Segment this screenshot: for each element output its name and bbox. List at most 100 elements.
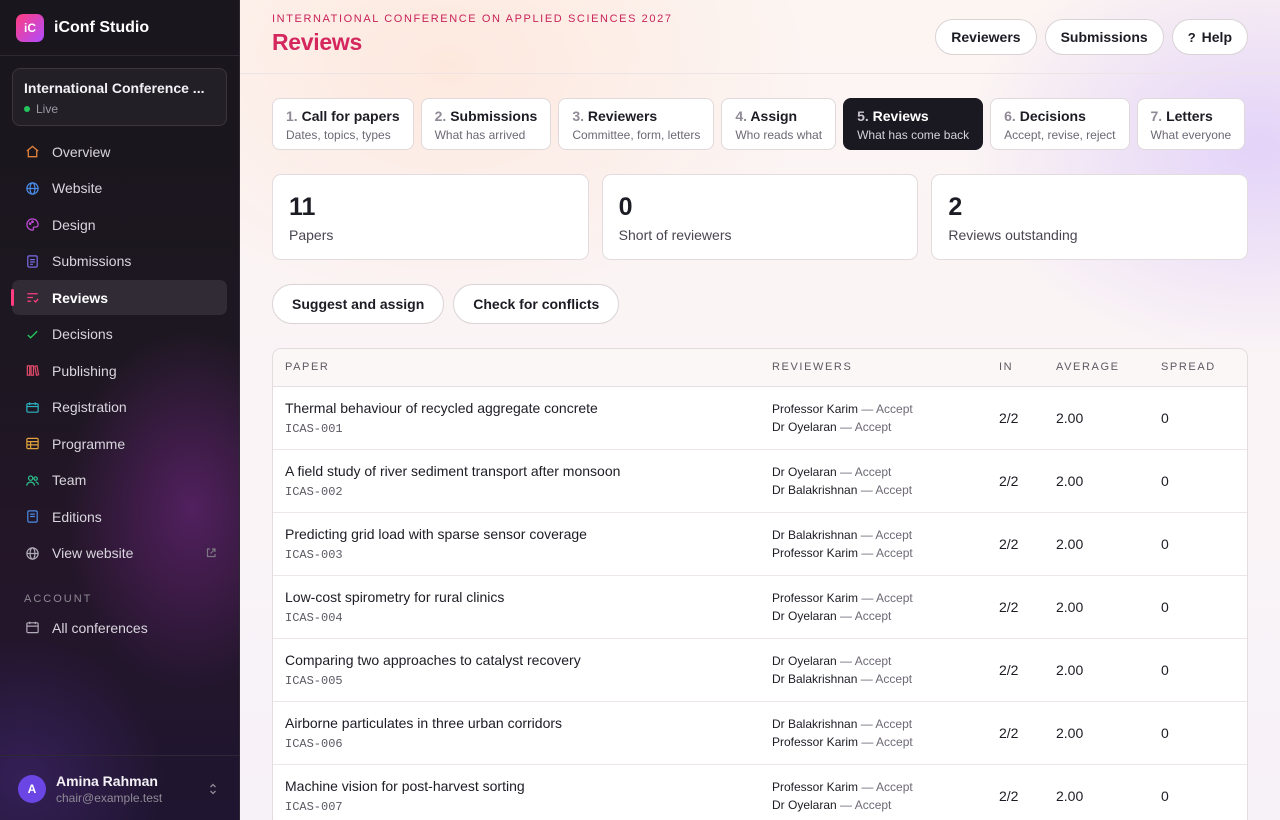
- help-button[interactable]: ? Help: [1171, 19, 1248, 55]
- home-icon: [24, 144, 40, 160]
- reviews-in: 2/2: [987, 575, 1044, 639]
- step-title: Reviews: [872, 108, 929, 124]
- stat-label: Papers: [289, 227, 334, 243]
- column-header-spread[interactable]: SPREAD: [1149, 349, 1247, 387]
- sidebar-item-publishing[interactable]: Publishing: [12, 353, 227, 388]
- average-score: 2.00: [1044, 701, 1149, 765]
- paper-title[interactable]: Thermal behaviour of recycled aggregate …: [285, 400, 748, 416]
- reviewer-name: Professor Karim: [772, 401, 859, 416]
- step-call-for-papers[interactable]: 1. Call for papers Dates, topics, types: [272, 98, 414, 150]
- step-title: Reviewers: [587, 108, 658, 124]
- reviewer-line: Dr Oyelaran — Accept: [772, 607, 975, 625]
- step-number: 4.: [735, 108, 748, 124]
- conference-switcher[interactable]: International Conference ... Live: [12, 68, 227, 126]
- reviewer-line: Professor Karim — Accept: [772, 733, 975, 751]
- table-row[interactable]: Thermal behaviour of recycled aggregate …: [273, 386, 1247, 450]
- paper-title[interactable]: A field study of river sediment transpor…: [285, 463, 748, 479]
- table-row[interactable]: A field study of river sediment transpor…: [273, 449, 1247, 513]
- step-subtitle: What has arrived: [434, 128, 526, 142]
- score-spread: 0: [1149, 638, 1247, 702]
- reviewers-button[interactable]: Reviewers: [935, 19, 1037, 55]
- reviewer-line: Professor Karim — Accept: [772, 400, 975, 418]
- sidebar-item-team[interactable]: Team: [12, 463, 227, 498]
- step-title: Submissions: [450, 108, 538, 124]
- reviews-in: 2/2: [987, 449, 1044, 513]
- step-number: 6.: [1004, 108, 1016, 124]
- reviewer-name: Professor Karim: [772, 545, 859, 560]
- paper-title[interactable]: Airborne particulates in three urban cor…: [285, 715, 748, 731]
- sidebar-item-registration[interactable]: Registration: [12, 390, 227, 425]
- paper-title[interactable]: Machine vision for post-harvest sorting: [285, 778, 748, 794]
- user-menu[interactable]: A Amina Rahman chair@example.test: [0, 755, 239, 820]
- editions-icon: [24, 509, 40, 525]
- calendar-icon: [24, 620, 40, 636]
- brand[interactable]: iC iConf Studio: [16, 13, 149, 42]
- reviewer-line: Dr Oyelaran — Accept: [772, 463, 975, 481]
- reviewer-verdict: — Accept: [861, 779, 913, 794]
- sidebar-item-label: Design: [52, 216, 96, 233]
- reviewer-verdict: — Accept: [840, 653, 892, 668]
- paper-title[interactable]: Low-cost spirometry for rural clinics: [285, 589, 748, 605]
- score-spread: 0: [1149, 701, 1247, 765]
- reviewer-line: Dr Oyelaran — Accept: [772, 652, 975, 670]
- sidebar-item-overview[interactable]: Overview: [12, 134, 227, 169]
- column-header-average[interactable]: AVERAGE: [1044, 349, 1149, 387]
- brand-name: iConf Studio: [54, 18, 150, 36]
- paper-title[interactable]: Predicting grid load with sparse sensor …: [285, 526, 748, 542]
- reviewer-verdict: — Accept: [861, 545, 913, 560]
- sidebar-item-programme[interactable]: Programme: [12, 426, 227, 461]
- paper-id: ICAS-001: [285, 421, 343, 436]
- sidebar-item-label: All conferences: [52, 619, 148, 636]
- reviewer-verdict: — Accept: [840, 419, 892, 434]
- sidebar-item-decisions[interactable]: Decisions: [12, 317, 227, 352]
- sidebar-item-label: Website: [52, 180, 103, 196]
- reviews-in: 2/2: [987, 701, 1044, 765]
- step-title: Call for papers: [301, 108, 400, 124]
- sidebar-item-label: View website: [52, 545, 134, 561]
- average-score: 2.00: [1044, 638, 1149, 702]
- average-score: 2.00: [1044, 764, 1149, 820]
- table-row[interactable]: Predicting grid load with sparse sensor …: [273, 512, 1247, 576]
- step-letters[interactable]: 7. Letters What everyone: [1136, 98, 1246, 150]
- step-number: 7.: [1150, 108, 1163, 124]
- table-row[interactable]: Airborne particulates in three urban cor…: [273, 701, 1247, 765]
- sidebar-item-design[interactable]: Design: [12, 207, 227, 242]
- step-assign[interactable]: 4. Assign Who reads what: [721, 98, 837, 150]
- reviewer-verdict: — Accept: [861, 590, 913, 605]
- step-reviewers[interactable]: 3. Reviewers Committee, form, letters: [558, 98, 715, 150]
- sidebar-item-website[interactable]: Website: [12, 171, 227, 206]
- step-reviews[interactable]: 5. Reviews What has come back: [843, 98, 984, 150]
- step-number: 1.: [286, 108, 298, 124]
- suggest-and-assign-button[interactable]: Suggest and assign: [272, 284, 445, 324]
- column-header-reviewers[interactable]: REVIEWERS: [760, 349, 987, 387]
- check-for-conflicts-button[interactable]: Check for conflicts: [453, 284, 620, 324]
- column-header-in[interactable]: IN: [987, 349, 1044, 387]
- step-subtitle: Committee, form, letters: [572, 128, 701, 142]
- help-icon: ?: [1187, 29, 1196, 45]
- step-number: 5.: [857, 108, 869, 124]
- external-link-icon: [206, 547, 216, 557]
- sidebar-divider: [0, 55, 239, 56]
- stat-label: Reviews outstanding: [948, 227, 1078, 243]
- sidebar-item-submissions[interactable]: Submissions: [12, 244, 227, 279]
- step-subtitle: What everyone: [1150, 128, 1232, 142]
- paper-id: ICAS-005: [285, 673, 343, 688]
- step-decisions[interactable]: 6. Decisions Accept, revise, reject: [990, 98, 1130, 150]
- paper-id: ICAS-004: [285, 610, 343, 625]
- reviewer-name: Dr Oyelaran: [772, 464, 837, 479]
- table-row[interactable]: Low-cost spirometry for rural clinics ICA…: [273, 575, 1247, 639]
- reviewer-verdict: — Accept: [860, 716, 913, 731]
- table-row[interactable]: Comparing two approaches to catalyst rec…: [273, 638, 1247, 702]
- sidebar-item-all-conferences[interactable]: All conferences: [12, 610, 227, 645]
- column-header-paper[interactable]: PAPER: [273, 349, 760, 387]
- paper-title[interactable]: Comparing two approaches to catalyst rec…: [285, 652, 748, 668]
- submissions-button[interactable]: Submissions: [1044, 19, 1164, 55]
- sidebar-item-reviews[interactable]: Reviews: [11, 280, 227, 315]
- paper-id: ICAS-002: [285, 484, 343, 499]
- sidebar-item-view-website[interactable]: View website: [12, 536, 227, 571]
- step-number: 3.: [572, 108, 585, 124]
- table-row[interactable]: Machine vision for post-harvest sorting I…: [273, 764, 1247, 820]
- step-submissions[interactable]: 2. Submissions What has arrived: [420, 98, 552, 150]
- sidebar-item-editions[interactable]: Editions: [12, 499, 227, 534]
- reviewer-name: Dr Balakrishnan: [772, 671, 858, 686]
